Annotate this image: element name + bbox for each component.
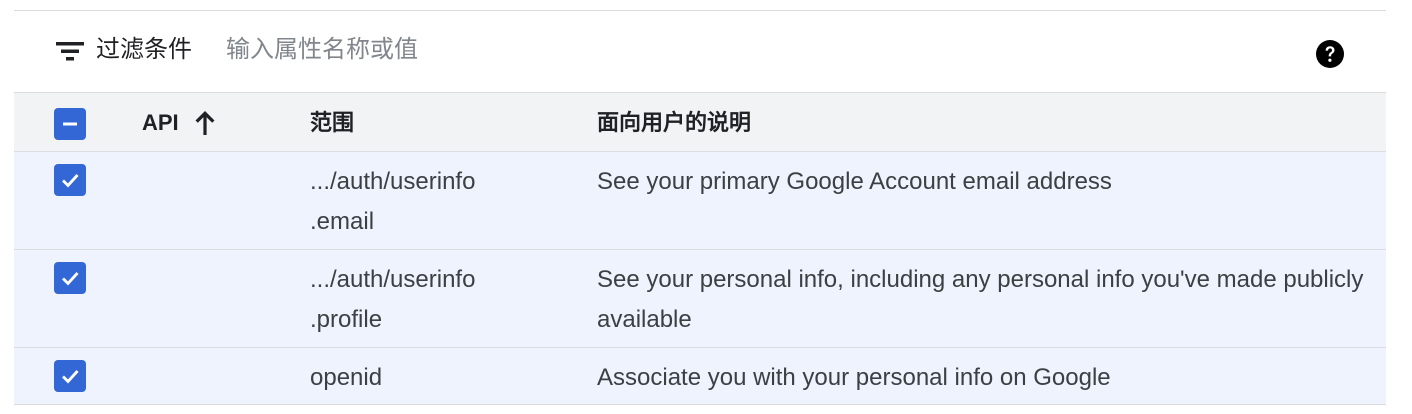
filter-label: 过滤条件 [96,36,192,63]
description-cell: See your personal info, including any pe… [597,266,1364,333]
scope-text-line1: .../auth/userinfo [310,168,476,195]
description-cell: Associate you with your personal info on… [597,364,1111,391]
api-header-label: API [142,110,179,135]
scope-text-line2: .email [310,208,375,235]
scope-cell: .../auth/userinfo .email [310,162,530,242]
scopes-table: API 范围 面向用户的说明 .../auth/userinfo .email … [14,92,1386,405]
description-cell: See your primary Google Account email ad… [597,168,1112,195]
filter-list-icon[interactable] [56,41,84,61]
table-row: .../auth/userinfo .profile See your pers… [14,250,1386,348]
check-icon [62,174,79,188]
scope-text-line1: .../auth/userinfo [310,266,476,293]
scope-cell: openid [310,358,530,398]
row-checkbox[interactable] [54,262,86,294]
help-circle-icon[interactable] [1316,40,1344,68]
table-row: .../auth/userinfo .email See your primar… [14,152,1386,250]
row-checkbox[interactable] [54,164,86,196]
arrow-up-icon[interactable] [193,109,217,137]
scope-text-line2: .profile [310,306,383,333]
api-column-header[interactable]: API [142,107,217,139]
scope-text-line1: openid [310,364,383,391]
check-icon [62,370,79,384]
filter-bar: 过滤条件 [14,11,1386,92]
row-checkbox[interactable] [54,360,86,392]
table-row: openid Associate you with your personal … [14,348,1386,405]
filter-input[interactable] [226,29,1286,71]
select-all-checkbox[interactable] [54,108,86,140]
table-header-row: API 范围 面向用户的说明 [14,92,1386,152]
minus-icon [63,122,77,126]
description-column-header: 面向用户的说明 [597,110,752,135]
check-icon [62,272,79,286]
scope-column-header: 范围 [310,110,355,135]
scope-cell: .../auth/userinfo .profile [310,260,530,340]
